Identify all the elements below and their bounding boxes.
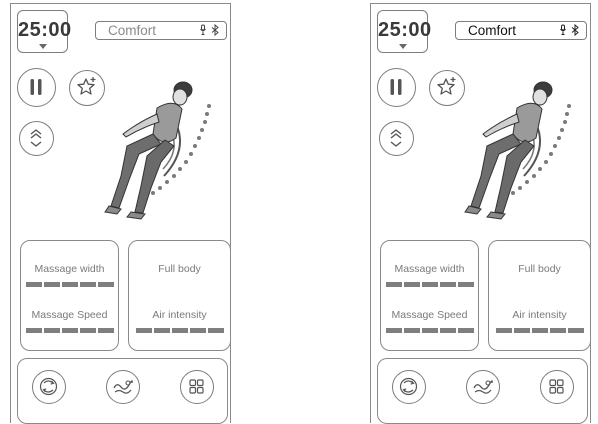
massage-speed-label: Massage Speed <box>391 309 468 321</box>
reclined-person-illustration <box>464 81 571 220</box>
auto-program-icon <box>39 377 58 396</box>
air-intensity-level <box>135 328 224 333</box>
mode-selector[interactable]: Comfort <box>455 21 587 40</box>
recline-icon <box>390 129 402 147</box>
microphone-icon <box>200 24 206 35</box>
massage-width-level <box>385 282 474 287</box>
recline-button[interactable] <box>19 121 54 156</box>
recline-button[interactable] <box>379 121 414 156</box>
massage-speed-level <box>25 328 114 333</box>
massage-speed-level <box>385 328 474 333</box>
bottom-toolbar <box>377 358 588 424</box>
auto-program-icon <box>399 377 418 396</box>
mode-selector[interactable]: Comfort <box>95 21 227 40</box>
mode-label: Comfort <box>108 23 157 38</box>
pause-button[interactable] <box>377 68 416 107</box>
air-intensity-label: Air intensity <box>512 309 567 321</box>
pause-icon <box>390 79 402 95</box>
massage-width-label: Massage width <box>34 263 105 275</box>
menu-grid-button[interactable] <box>180 370 214 404</box>
width-speed-card[interactable]: Massage width Massage Speed <box>380 240 479 351</box>
body-air-card[interactable]: Full body Air intensity <box>488 240 591 351</box>
massage-width-level <box>25 282 114 287</box>
massage-speed-label: Massage Speed <box>31 309 108 321</box>
mode-label: Comfort <box>468 23 517 38</box>
wave-massage-icon <box>473 380 493 394</box>
microphone-icon <box>560 24 566 35</box>
width-speed-card[interactable]: Massage width Massage Speed <box>20 240 119 351</box>
wave-massage-icon <box>113 380 133 394</box>
menu-grid-button[interactable] <box>540 370 574 404</box>
wave-massage-button[interactable] <box>106 370 140 404</box>
auto-program-button[interactable] <box>392 370 426 404</box>
wave-massage-button[interactable] <box>466 370 500 404</box>
pause-button[interactable] <box>17 68 56 107</box>
pause-icon <box>30 79 42 95</box>
chevron-down-icon <box>399 44 407 49</box>
bottom-toolbar <box>17 358 228 424</box>
status-icons <box>560 24 579 36</box>
bluetooth-icon <box>211 24 219 36</box>
auto-program-button[interactable] <box>32 370 66 404</box>
massage-chair-screen-1: 25:00 Comfort Massage width Massage Spee… <box>10 3 231 424</box>
status-icons <box>200 24 219 36</box>
grid-menu-icon <box>549 379 564 394</box>
chevron-down-icon <box>39 44 47 49</box>
timer-selector[interactable]: 25:00 <box>17 10 72 53</box>
bluetooth-icon <box>571 24 579 36</box>
massage-width-label: Massage width <box>394 263 465 275</box>
timer-value: 25:00 <box>18 19 72 41</box>
full-body-label: Full body <box>518 263 561 275</box>
timer-value: 25:00 <box>378 19 432 41</box>
massage-chair-screen-2: 25:00 Comfort Massage width Massage Spee… <box>370 3 591 424</box>
air-intensity-level <box>495 328 584 333</box>
body-air-card[interactable]: Full body Air intensity <box>128 240 231 351</box>
air-intensity-label: Air intensity <box>152 309 207 321</box>
reclined-person-illustration <box>104 81 211 220</box>
timer-selector[interactable]: 25:00 <box>377 10 432 53</box>
full-body-label: Full body <box>158 263 201 275</box>
recline-icon <box>30 129 42 147</box>
grid-menu-icon <box>189 379 204 394</box>
